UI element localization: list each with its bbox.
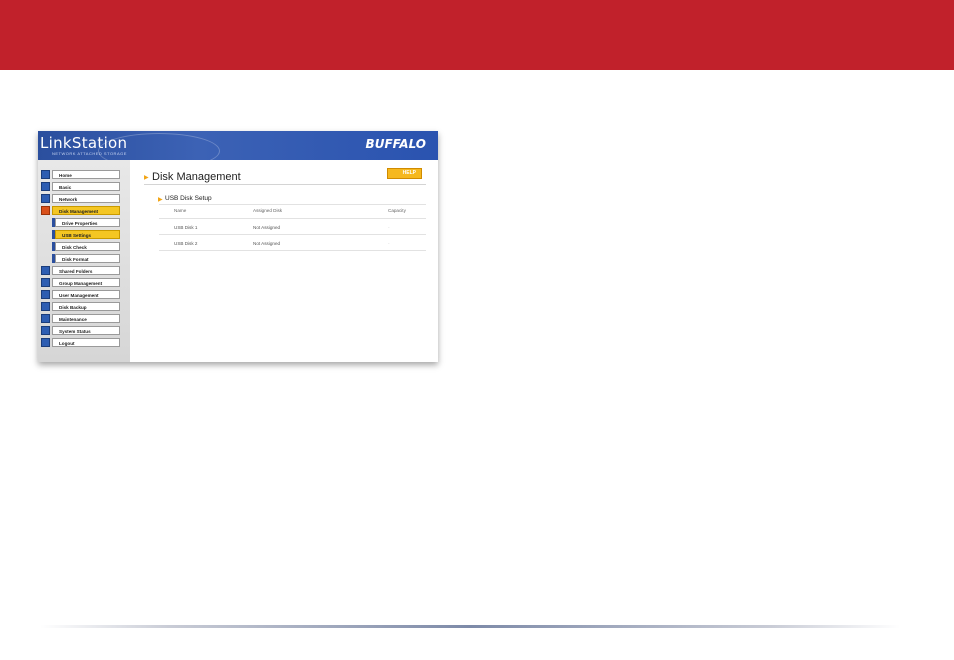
main-content: ▶ Disk Management HELP ▶ USB Disk Setup … bbox=[130, 160, 438, 362]
row-2-name: USB Disk 2 bbox=[174, 241, 198, 246]
logo-tagline: NETWORK ATTACHED STORAGE bbox=[52, 151, 127, 156]
top-banner bbox=[0, 0, 954, 70]
sidebar-item-system-status[interactable]: System Status bbox=[52, 326, 120, 335]
app-header: LinkStation NETWORK ATTACHED STORAGE BUF… bbox=[38, 131, 438, 169]
sidebar-item-disk-format[interactable]: Disk Format bbox=[55, 254, 120, 263]
disk-backup-icon bbox=[41, 302, 50, 311]
column-header-capacity: Capacity bbox=[388, 208, 406, 213]
sidebar-item-usb-settings[interactable]: USB Settings bbox=[55, 230, 120, 239]
arrow-bullet-icon: ▶ bbox=[158, 197, 163, 203]
sidebar-item-basic[interactable]: Basic bbox=[52, 182, 120, 191]
section-divider bbox=[159, 204, 426, 205]
shared-folders-icon bbox=[41, 266, 50, 275]
row-divider bbox=[159, 234, 426, 235]
help-button[interactable]: HELP bbox=[387, 168, 422, 179]
row-1-capacity: - bbox=[388, 225, 390, 230]
maintenance-icon bbox=[41, 314, 50, 323]
sidebar-item-home[interactable]: Home bbox=[52, 170, 120, 179]
system-status-icon bbox=[41, 326, 50, 335]
arrow-bullet-icon: ▶ bbox=[144, 175, 149, 181]
sidebar-item-logout[interactable]: Logout bbox=[52, 338, 120, 347]
sidebar-item-disk-check[interactable]: Disk Check bbox=[55, 242, 120, 251]
home-icon bbox=[41, 170, 50, 179]
sidebar-item-disk-management[interactable]: Disk Management bbox=[52, 206, 120, 215]
row-1-assigned-disk[interactable]: Not Assigned bbox=[253, 225, 280, 230]
row-2-assigned-disk[interactable]: Not Assigned bbox=[253, 241, 280, 246]
column-header-assigned-disk: Assigned Disk bbox=[253, 208, 283, 213]
sidebar: Home Basic Network Disk Management Drive… bbox=[38, 160, 130, 362]
buffalo-logo: BUFFALO bbox=[365, 137, 426, 151]
linkstation-screenshot: LinkStation NETWORK ATTACHED STORAGE BUF… bbox=[38, 131, 438, 362]
user-management-icon bbox=[41, 290, 50, 299]
page-title: Disk Management bbox=[152, 171, 241, 183]
bottom-divider bbox=[40, 625, 900, 628]
header-divider bbox=[159, 218, 426, 219]
sidebar-item-network[interactable]: Network bbox=[52, 194, 120, 203]
disk-management-icon bbox=[41, 206, 50, 215]
linkstation-logo: LinkStation bbox=[40, 134, 128, 152]
sidebar-item-drive-properties[interactable]: Drive Properties bbox=[55, 218, 120, 227]
group-management-icon bbox=[41, 278, 50, 287]
sidebar-item-user-management[interactable]: User Management bbox=[52, 290, 120, 299]
row-2-capacity: - bbox=[388, 241, 390, 246]
row-1-name: USB Disk 1 bbox=[174, 225, 198, 230]
network-icon bbox=[41, 194, 50, 203]
sidebar-item-disk-backup[interactable]: Disk Backup bbox=[52, 302, 120, 311]
sidebar-item-shared-folders[interactable]: Shared Folders bbox=[52, 266, 120, 275]
section-title: USB Disk Setup bbox=[165, 195, 212, 202]
sidebar-item-group-management[interactable]: Group Management bbox=[52, 278, 120, 287]
basic-icon bbox=[41, 182, 50, 191]
column-header-name: Name bbox=[174, 208, 187, 213]
logout-icon bbox=[41, 338, 50, 347]
title-divider bbox=[144, 184, 426, 185]
row-divider bbox=[159, 250, 426, 251]
sidebar-item-maintenance[interactable]: Maintenance bbox=[52, 314, 120, 323]
